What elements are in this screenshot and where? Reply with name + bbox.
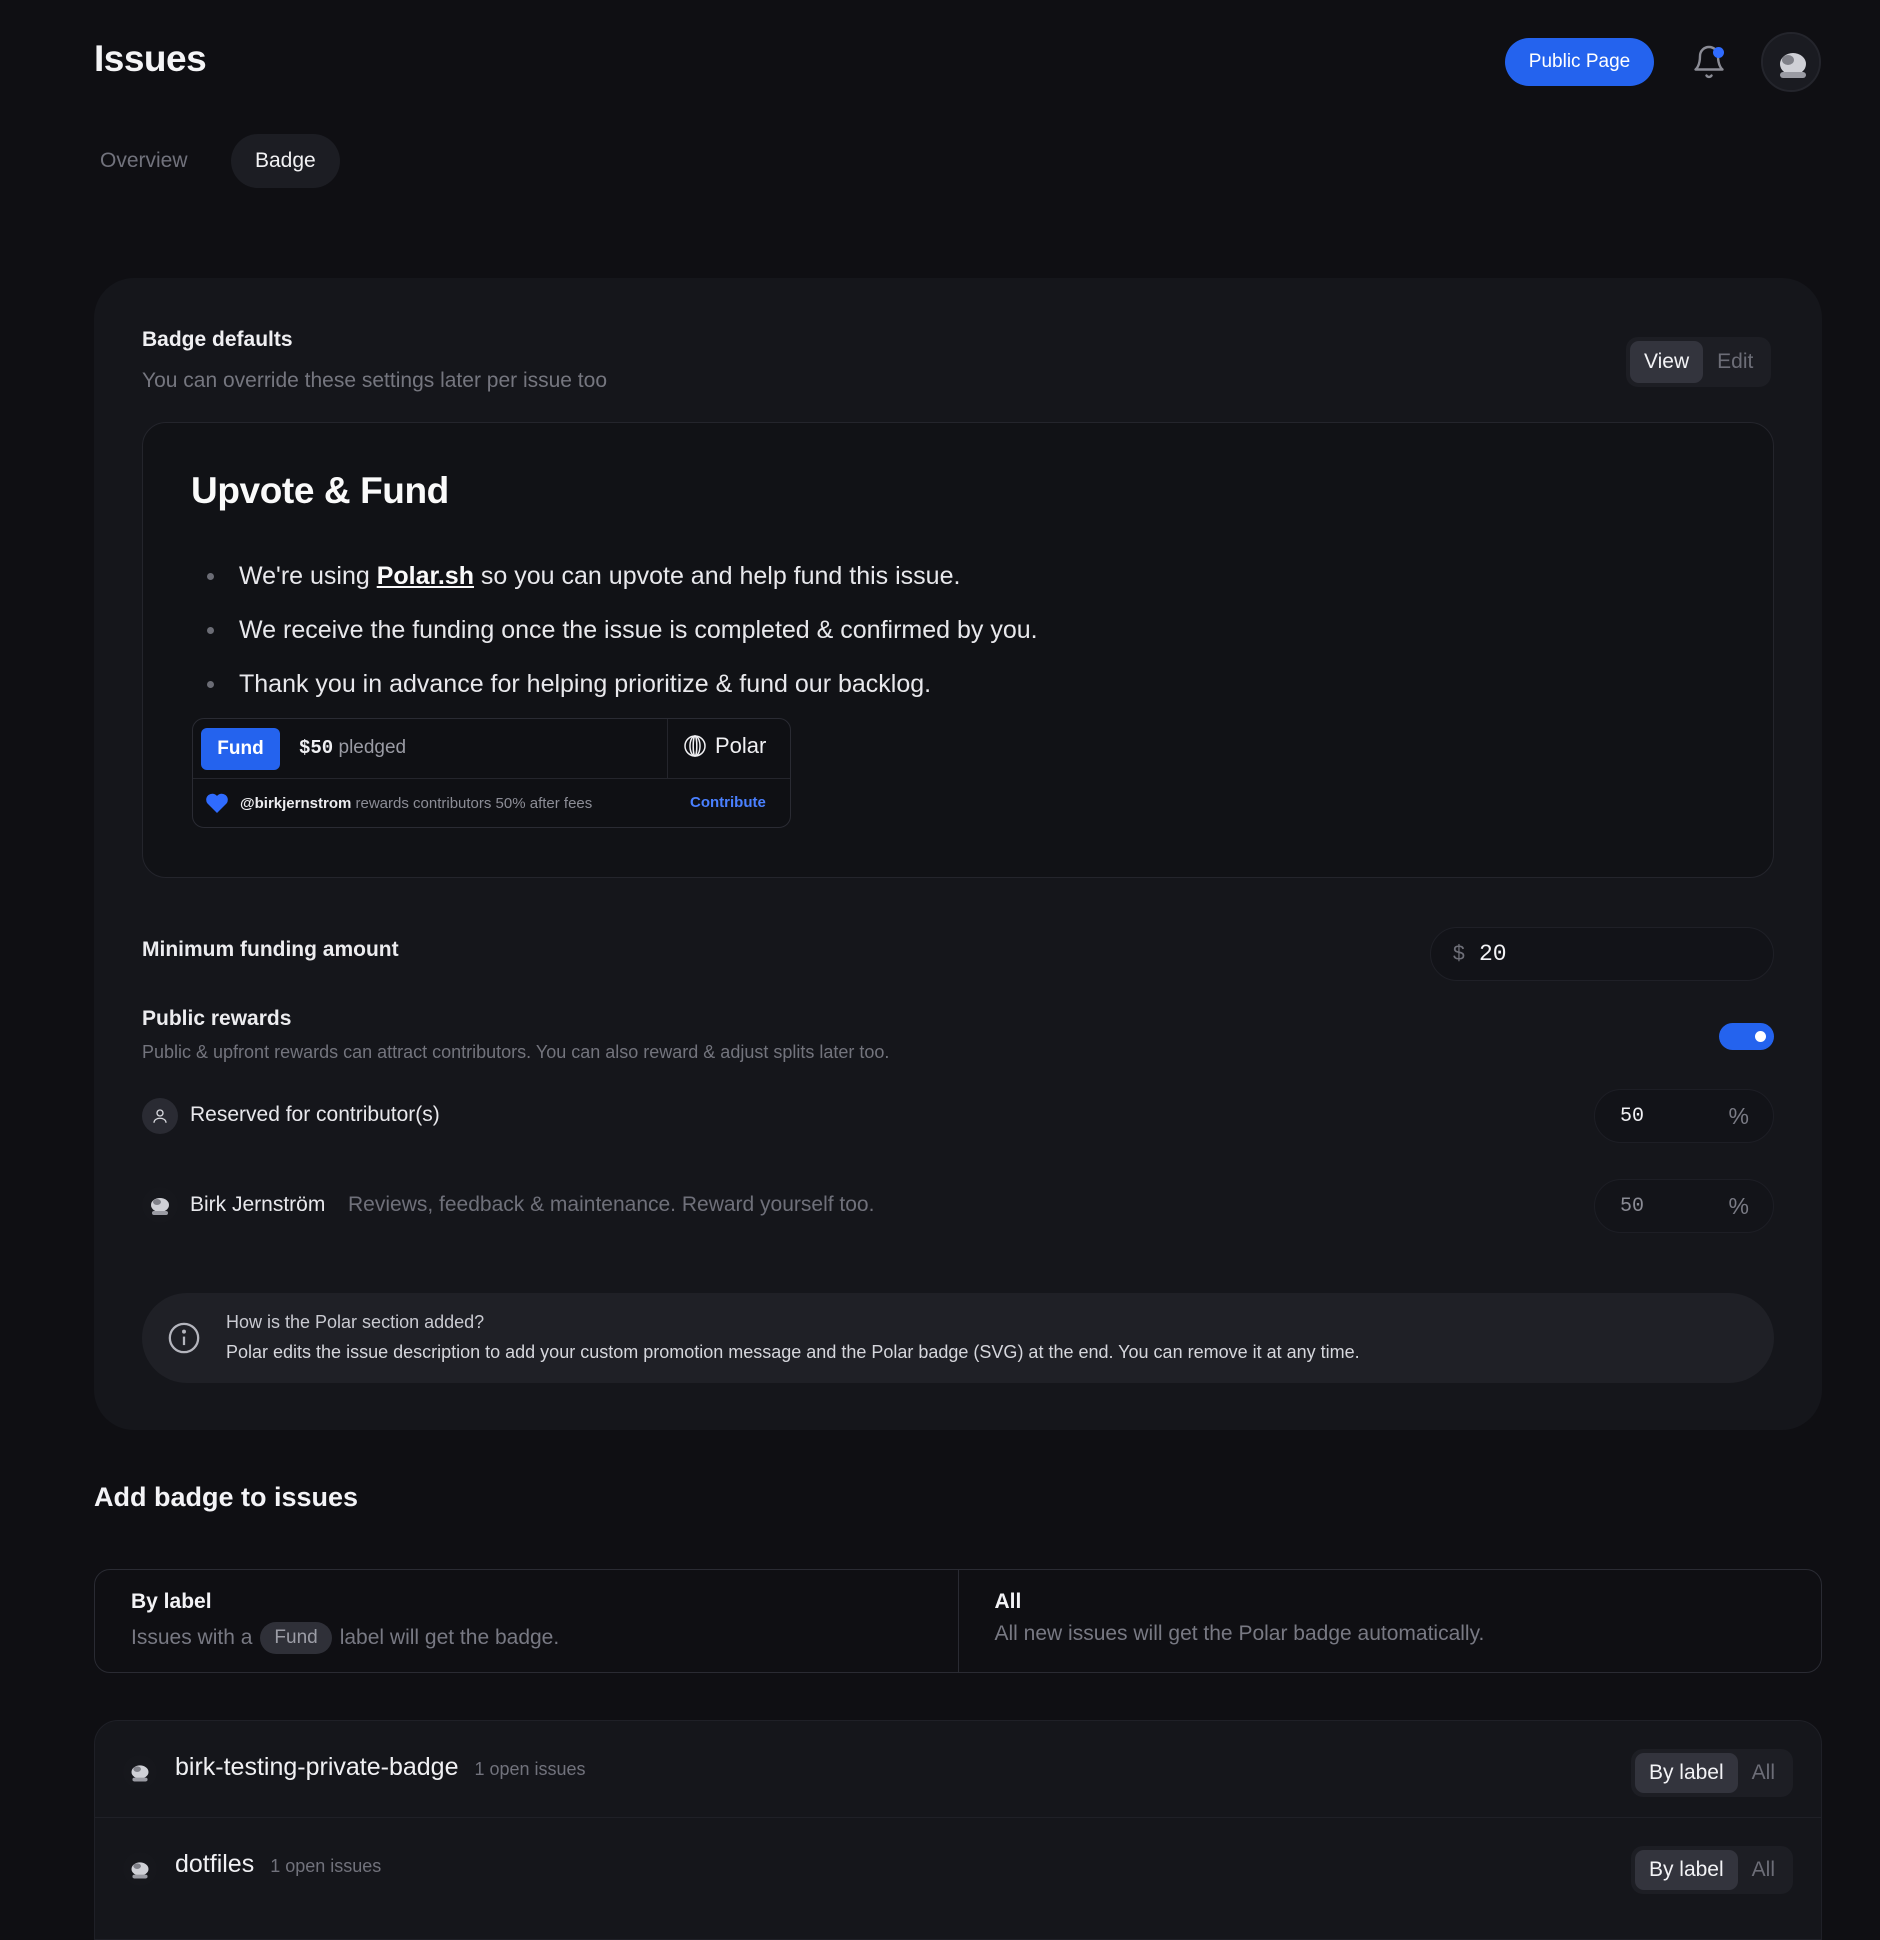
edit-button[interactable]: Edit [1703, 341, 1767, 383]
repo-name: dotfiles 1 open issues [175, 1850, 381, 1879]
add-badge-options: By label Issues with a Fund label will g… [94, 1569, 1822, 1673]
tab-overview[interactable]: Overview [76, 134, 212, 188]
public-page-button[interactable]: Public Page [1505, 38, 1654, 86]
rewards-detail: rewards contributors 50% after fees [351, 795, 593, 812]
currency-symbol: $ [1453, 942, 1465, 965]
repo-mode-toggle: By label All [1630, 1846, 1793, 1894]
contributors-percent-value[interactable]: 50 [1620, 1105, 1644, 1128]
badge-defaults-subtitle: You can override these settings later pe… [142, 369, 608, 392]
avatar [123, 1755, 157, 1789]
bullet-text: so you can upvote and help fund this iss… [473, 562, 961, 590]
bullet-text: We're using [239, 562, 377, 590]
list-item: dotfiles 1 open issues By label All [95, 1817, 1821, 1913]
polar-link[interactable]: Polar.sh [377, 562, 474, 590]
page-title: Issues [94, 38, 207, 79]
preview-bullets: We're using Polar.sh so you can upvote a… [205, 554, 1038, 716]
maintainer-percent-value: 50 [1620, 1195, 1645, 1218]
tab-badge[interactable]: Badge [231, 134, 340, 188]
option-desc-suffix: label will get the badge. [339, 1626, 560, 1649]
info-title: How is the Polar section added? [226, 1312, 485, 1332]
repo-name: birk-testing-private-badge 1 open issues [175, 1753, 586, 1782]
option-description: Issues with a Fund label will get the ba… [131, 1622, 922, 1654]
percent-suffix: % [1728, 1193, 1749, 1219]
all-button[interactable]: All [1738, 1753, 1789, 1793]
list-item: birk-testing-private-badge 1 open issues … [95, 1721, 1821, 1817]
minimum-funding-value[interactable]: 20 [1479, 941, 1507, 967]
divider [667, 719, 668, 779]
maintainer-name: Birk Jernström [190, 1193, 326, 1216]
polar-brand-text: Polar [715, 733, 767, 758]
public-rewards-description: Public & upfront rewards can attract con… [142, 1042, 890, 1062]
avatar [142, 1187, 178, 1223]
by-label-button[interactable]: By label [1634, 1850, 1738, 1890]
contribute-link[interactable]: Contribute [690, 794, 766, 811]
user-icon [142, 1098, 178, 1134]
list-item: We receive the funding once the issue is… [205, 608, 1038, 662]
percent-suffix: % [1728, 1103, 1749, 1129]
polar-badge-widget: Fund $50 pledged Polar @birkjernstrom re… [192, 718, 791, 828]
option-by-label[interactable]: By label Issues with a Fund label will g… [95, 1570, 958, 1672]
info-body: Polar edits the issue description to add… [226, 1342, 1360, 1362]
fund-button[interactable]: Fund [201, 728, 280, 770]
list-item: Thank you in advance for helping priorit… [205, 662, 1038, 716]
maintainer-percent-input: 50 % [1594, 1179, 1774, 1233]
contributors-label: Reserved for contributor(s) [190, 1103, 440, 1126]
toggle-knob [1755, 1031, 1766, 1042]
avatar[interactable] [1761, 32, 1821, 92]
rewards-user: @birkjernstrom [240, 795, 352, 812]
info-icon [168, 1322, 200, 1354]
option-title: All [994, 1590, 1022, 1613]
rewards-text: @birkjernstrom rewards contributors 50% … [240, 795, 592, 812]
repository-list: birk-testing-private-badge 1 open issues … [94, 1720, 1822, 1940]
avatar [123, 1852, 157, 1886]
info-banner [142, 1293, 1774, 1383]
fund-label-pill: Fund [260, 1622, 332, 1654]
notification-dot [1713, 47, 1724, 58]
option-title: By label [131, 1590, 212, 1613]
contributors-percent-input[interactable]: 50 % [1594, 1089, 1774, 1143]
repo-issue-count: 1 open issues [474, 1759, 586, 1779]
maintainer-description: Reviews, feedback & maintenance. Reward … [348, 1193, 875, 1216]
option-desc-prefix: Issues with a [131, 1626, 253, 1649]
preview-heading: Upvote & Fund [191, 470, 449, 511]
add-badge-title: Add badge to issues [94, 1482, 359, 1512]
polar-logo-icon [684, 735, 706, 757]
repo-name-text: dotfiles [175, 1850, 255, 1878]
option-all[interactable]: All All new issues will get the Polar ba… [957, 1570, 1822, 1672]
option-description: All new issues will get the Polar badge … [994, 1622, 1485, 1645]
repo-name-text: birk-testing-private-badge [175, 1753, 459, 1781]
minimum-funding-input[interactable]: $ 20 [1430, 927, 1774, 981]
repo-mode-toggle: By label All [1630, 1749, 1793, 1797]
badge-bottom-row: @birkjernstrom rewards contributors 50% … [193, 779, 790, 827]
polar-logo: Polar [683, 733, 766, 759]
badge-top-row: Fund $50 pledged Polar [193, 719, 790, 779]
heart-icon [206, 793, 228, 813]
view-edit-toggle: View Edit [1626, 337, 1772, 387]
repo-issue-count: 1 open issues [270, 1856, 382, 1876]
by-label-button[interactable]: By label [1634, 1753, 1738, 1793]
minimum-funding-label: Minimum funding amount [142, 938, 399, 961]
pledged-amount: $50 pledged [299, 737, 406, 759]
public-rewards-toggle[interactable] [1719, 1023, 1774, 1050]
pledged-value: $50 [299, 737, 334, 759]
all-button[interactable]: All [1738, 1850, 1789, 1890]
list-item: We're using Polar.sh so you can upvote a… [205, 554, 1038, 608]
view-button[interactable]: View [1630, 341, 1704, 383]
public-rewards-label: Public rewards [142, 1007, 292, 1030]
badge-defaults-title: Badge defaults [142, 328, 293, 351]
pledged-suffix: pledged [333, 737, 407, 758]
